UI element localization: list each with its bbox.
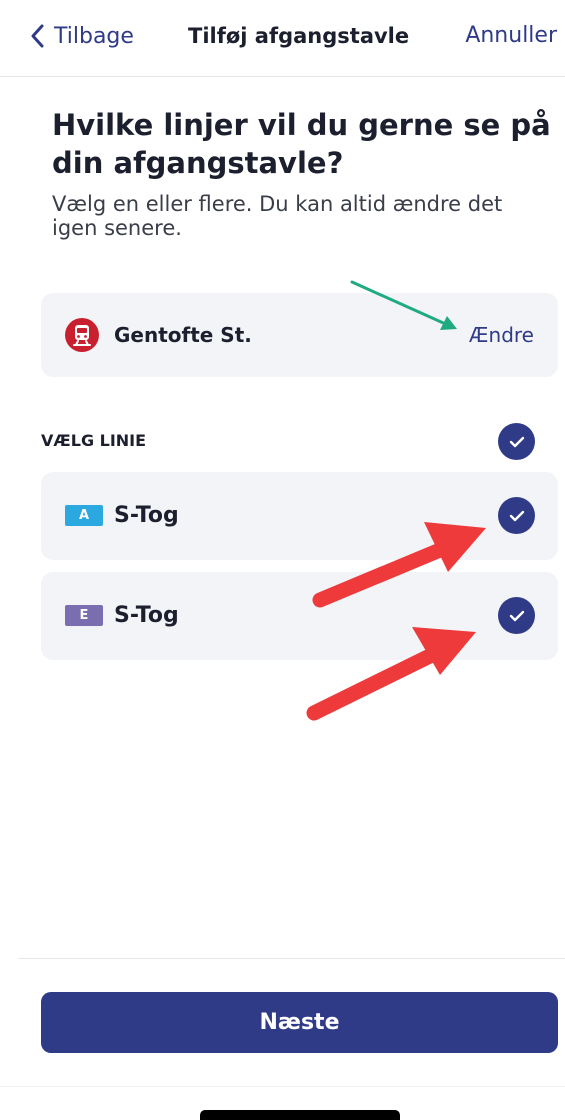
checkmark-icon	[509, 610, 524, 621]
checkmark-icon	[509, 436, 524, 447]
page-title: Tilføj afgangstavle	[188, 24, 410, 48]
line-name: S-Tog	[114, 603, 179, 628]
line-option-e[interactable]: E S-Tog	[41, 572, 558, 660]
cancel-button[interactable]: Annuller	[465, 20, 557, 52]
select-line-label: VÆLG LINIE	[41, 431, 147, 450]
line-option-a[interactable]: A S-Tog	[41, 472, 558, 560]
navigation-bar: Tilbage Tilføj afgangstavle Annuller	[0, 0, 565, 77]
instruction-text: Vælg en eller flere. Du kan altid ændre …	[52, 192, 503, 240]
divider	[18, 958, 565, 959]
back-label: Tilbage	[54, 23, 134, 49]
divider	[0, 1086, 565, 1087]
next-button[interactable]: Næste	[41, 992, 558, 1053]
back-button[interactable]: Tilbage	[30, 20, 134, 52]
station-name: Gentofte St.	[114, 323, 252, 347]
change-station-link[interactable]: Ændre	[469, 320, 534, 350]
line-checkbox[interactable]	[498, 597, 535, 634]
checkmark-icon	[509, 510, 524, 521]
question-heading: Hvilke linjer vil du gerne se på din afg…	[52, 108, 551, 180]
line-badge: E	[65, 605, 103, 626]
line-checkbox[interactable]	[498, 497, 535, 534]
line-name: S-Tog	[114, 503, 179, 528]
train-icon	[65, 318, 99, 352]
chevron-left-icon	[31, 24, 44, 48]
home-indicator	[200, 1110, 400, 1120]
select-all-checkbox[interactable]	[498, 423, 535, 460]
line-badge: A	[65, 505, 103, 526]
station-card: Gentofte St. Ændre	[41, 293, 558, 377]
